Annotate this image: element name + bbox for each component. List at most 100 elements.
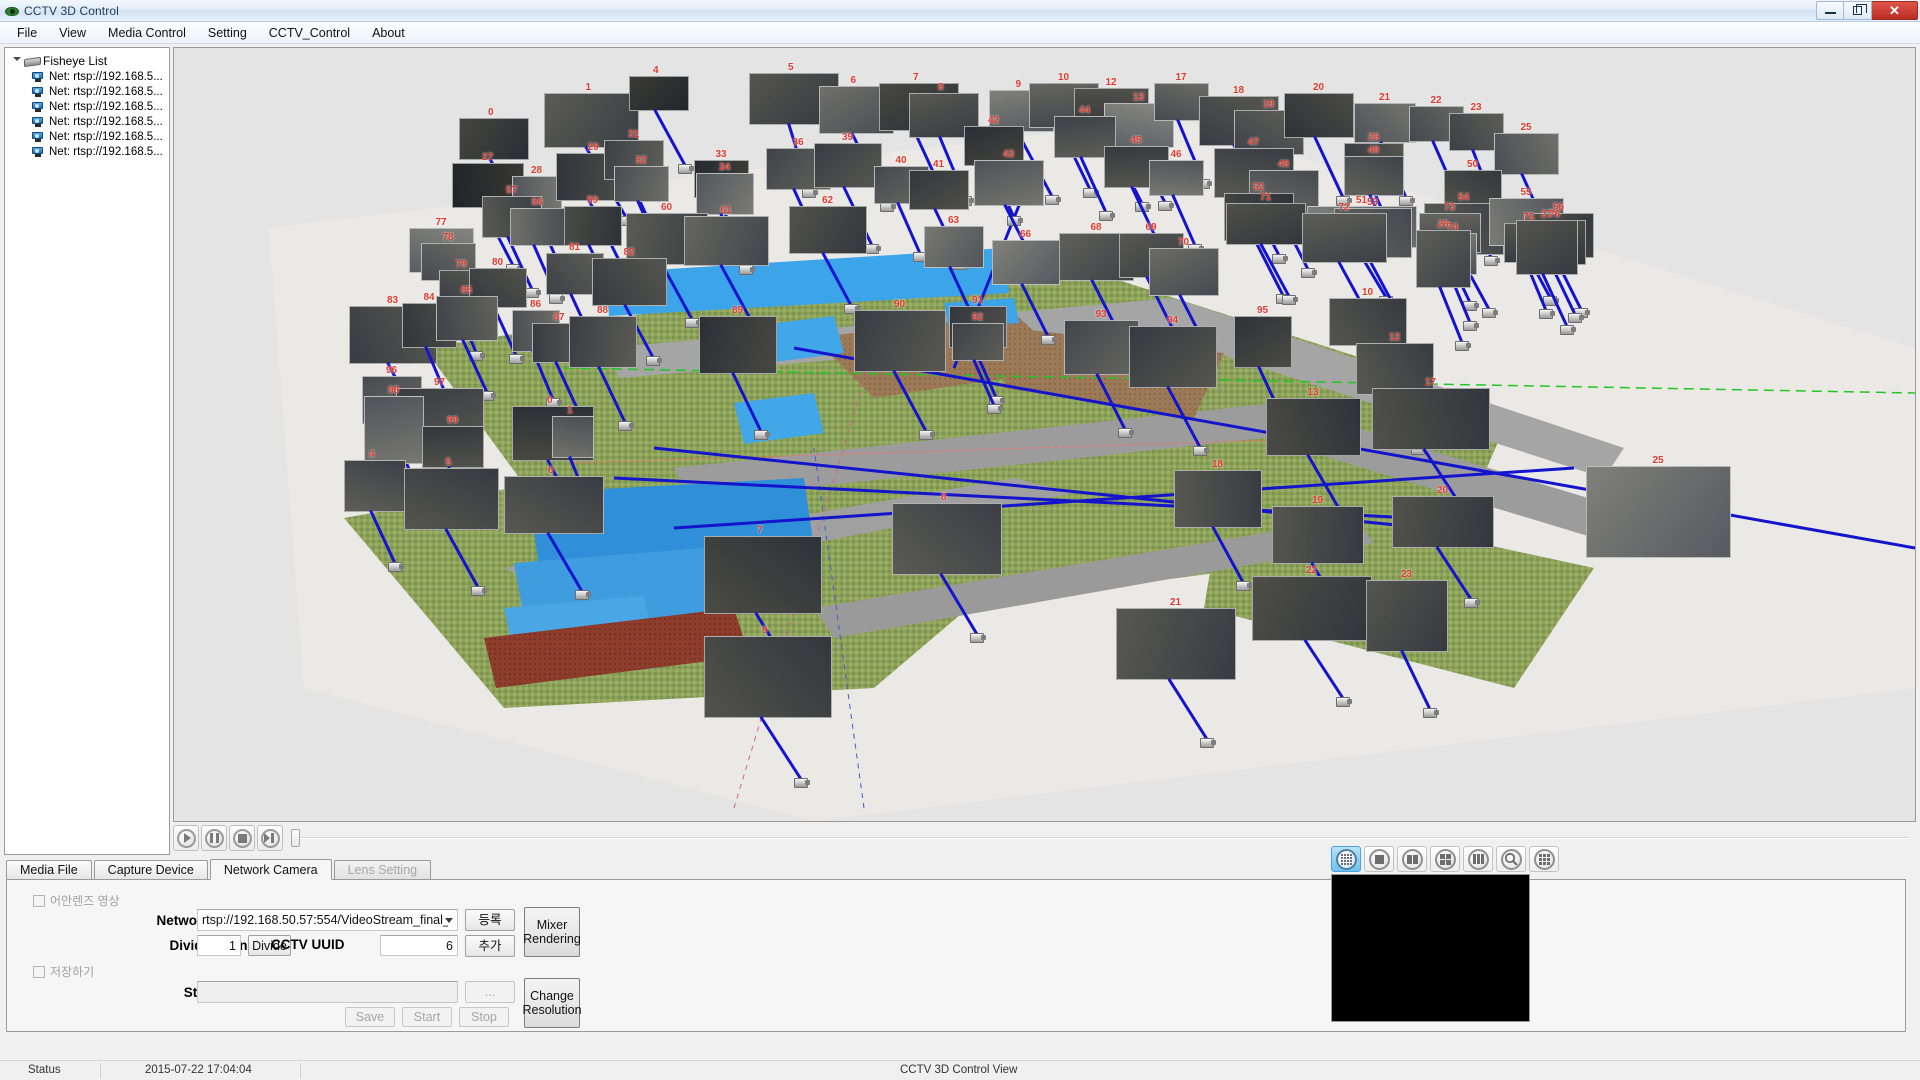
camera-marker-icon[interactable] — [1117, 428, 1134, 439]
layout-quad-button[interactable] — [1430, 846, 1460, 872]
layout-nine-button[interactable] — [1529, 846, 1559, 872]
camera-billboard[interactable] — [504, 476, 604, 534]
layout-single-button[interactable] — [1364, 846, 1394, 872]
layout-zoom-button[interactable] — [1496, 846, 1526, 872]
camera-marker-icon[interactable] — [1098, 211, 1115, 222]
camera-marker-icon[interactable] — [1157, 201, 1174, 212]
fisheye-list-panel[interactable]: Fisheye List Net: rtsp://192.168.5... Ne… — [4, 47, 170, 855]
menu-item-file[interactable]: File — [6, 23, 48, 43]
camera-billboard[interactable] — [552, 416, 594, 458]
camera-marker-icon[interactable] — [1336, 697, 1352, 708]
video-preview[interactable] — [1331, 874, 1530, 1022]
3d-scene-view[interactable]: 0 1 4 5 6 7 8 9 10 12 13 17 18 19 20 21 22 23 25 26 27 28 29 31… — [173, 47, 1916, 822]
camera-marker-icon[interactable] — [1300, 268, 1317, 279]
camera-marker-icon[interactable] — [509, 354, 526, 365]
camera-billboard[interactable] — [992, 240, 1060, 285]
camera-billboard[interactable] — [854, 310, 946, 372]
camera-marker-icon[interactable] — [1272, 254, 1288, 265]
list-item[interactable]: Net: rtsp://192.168.5... — [5, 144, 169, 159]
storage-path-input[interactable] — [197, 981, 458, 1003]
divide-channel-input[interactable]: 1 — [197, 935, 241, 956]
minimize-button[interactable] — [1816, 1, 1844, 20]
camera-marker-icon[interactable] — [1463, 598, 1480, 609]
camera-marker-icon[interactable] — [678, 164, 694, 175]
chevron-down-icon[interactable] — [445, 918, 453, 923]
next-button[interactable] — [257, 825, 283, 851]
camera-billboard[interactable] — [1116, 608, 1236, 680]
camera-billboard[interactable] — [1494, 133, 1559, 175]
camera-marker-icon[interactable] — [1559, 325, 1576, 336]
change-resolution-button[interactable]: Change Resolution — [522, 978, 582, 1028]
camera-marker-icon[interactable] — [919, 430, 936, 441]
camera-billboard[interactable] — [699, 316, 777, 374]
camera-billboard[interactable] — [592, 258, 667, 306]
camera-billboard[interactable] — [1272, 506, 1364, 564]
camera-billboard[interactable] — [1284, 93, 1354, 138]
camera-billboard[interactable] — [789, 206, 867, 254]
menu-item-view[interactable]: View — [48, 23, 97, 43]
network-address-input[interactable]: rtsp://192.168.50.57:554/VideoStream_fin… — [197, 909, 458, 931]
camera-billboard[interactable] — [684, 216, 769, 266]
camera-billboard[interactable] — [1372, 388, 1490, 450]
camera-billboard[interactable] — [1252, 576, 1372, 641]
register-button[interactable]: 등록 — [465, 909, 515, 931]
tree-root-fisheye-list[interactable]: Fisheye List — [5, 52, 169, 69]
camera-marker-icon[interactable] — [1538, 309, 1555, 320]
camera-billboard[interactable] — [344, 460, 406, 512]
camera-billboard[interactable] — [1586, 466, 1731, 558]
camera-billboard[interactable] — [404, 468, 499, 530]
camera-marker-icon[interactable] — [969, 633, 986, 644]
camera-marker-icon[interactable] — [387, 562, 404, 573]
camera-billboard[interactable] — [629, 76, 689, 111]
camera-billboard[interactable] — [1149, 160, 1204, 196]
camera-marker-icon[interactable] — [1192, 446, 1209, 457]
menu-item-setting[interactable]: Setting — [197, 23, 258, 43]
camera-marker-icon[interactable] — [1454, 341, 1471, 352]
camera-billboard[interactable] — [1174, 470, 1262, 528]
camera-billboard[interactable] — [924, 226, 984, 268]
camera-billboard[interactable] — [1266, 398, 1361, 456]
camera-marker-icon[interactable] — [1200, 738, 1216, 749]
fisheye-video-checkbox-row[interactable]: 어안렌즈 영상 — [33, 892, 120, 909]
camera-billboard[interactable] — [1354, 103, 1416, 143]
camera-marker-icon[interactable] — [754, 430, 771, 441]
list-item[interactable]: Net: rtsp://192.168.5... — [5, 84, 169, 99]
camera-marker-icon[interactable] — [548, 294, 565, 305]
save-recording-checkbox-row[interactable]: 저장하기 — [33, 963, 94, 980]
camera-billboard[interactable] — [974, 160, 1044, 206]
camera-billboard[interactable] — [1392, 496, 1494, 548]
camera-marker-icon[interactable] — [1040, 335, 1057, 346]
tab-media-file[interactable]: Media File — [6, 860, 92, 879]
list-item[interactable]: Net: rtsp://192.168.5... — [5, 69, 169, 84]
camera-billboard[interactable] — [1416, 230, 1471, 288]
camera-marker-icon[interactable] — [1482, 308, 1498, 319]
mixer-rendering-button[interactable]: Mixer Rendering — [523, 907, 581, 957]
layout-columns-button[interactable] — [1463, 846, 1493, 872]
camera-billboard[interactable] — [1064, 320, 1139, 375]
camera-billboard[interactable] — [814, 143, 882, 188]
camera-marker-icon[interactable] — [793, 778, 810, 789]
camera-billboard[interactable] — [510, 208, 565, 246]
list-item[interactable]: Net: rtsp://192.168.5... — [5, 114, 169, 129]
fisheye-video-checkbox[interactable] — [33, 894, 45, 907]
camera-billboard[interactable] — [704, 536, 822, 614]
cctv-uuid-input[interactable]: 6 — [380, 935, 458, 956]
camera-marker-icon[interactable] — [575, 590, 591, 601]
pause-button[interactable] — [201, 825, 227, 851]
menu-item-cctv-control[interactable]: CCTV_Control — [258, 23, 361, 43]
camera-billboard[interactable] — [614, 166, 669, 202]
camera-billboard[interactable] — [1302, 213, 1387, 263]
tab-capture-device[interactable]: Capture Device — [93, 860, 208, 879]
maximize-button[interactable] — [1844, 1, 1872, 20]
camera-marker-icon[interactable] — [525, 288, 541, 299]
camera-marker-icon[interactable] — [1422, 708, 1439, 719]
camera-billboard[interactable] — [436, 296, 498, 341]
tab-network-camera[interactable]: Network Camera — [209, 859, 332, 880]
play-button[interactable] — [173, 825, 199, 851]
stop-button[interactable] — [229, 825, 255, 851]
chevron-down-icon[interactable] — [11, 55, 22, 66]
camera-billboard[interactable] — [459, 118, 529, 160]
camera-billboard[interactable] — [564, 206, 622, 246]
layout-single-active-button[interactable] — [1331, 846, 1361, 872]
seek-slider-thumb[interactable] — [291, 829, 300, 847]
